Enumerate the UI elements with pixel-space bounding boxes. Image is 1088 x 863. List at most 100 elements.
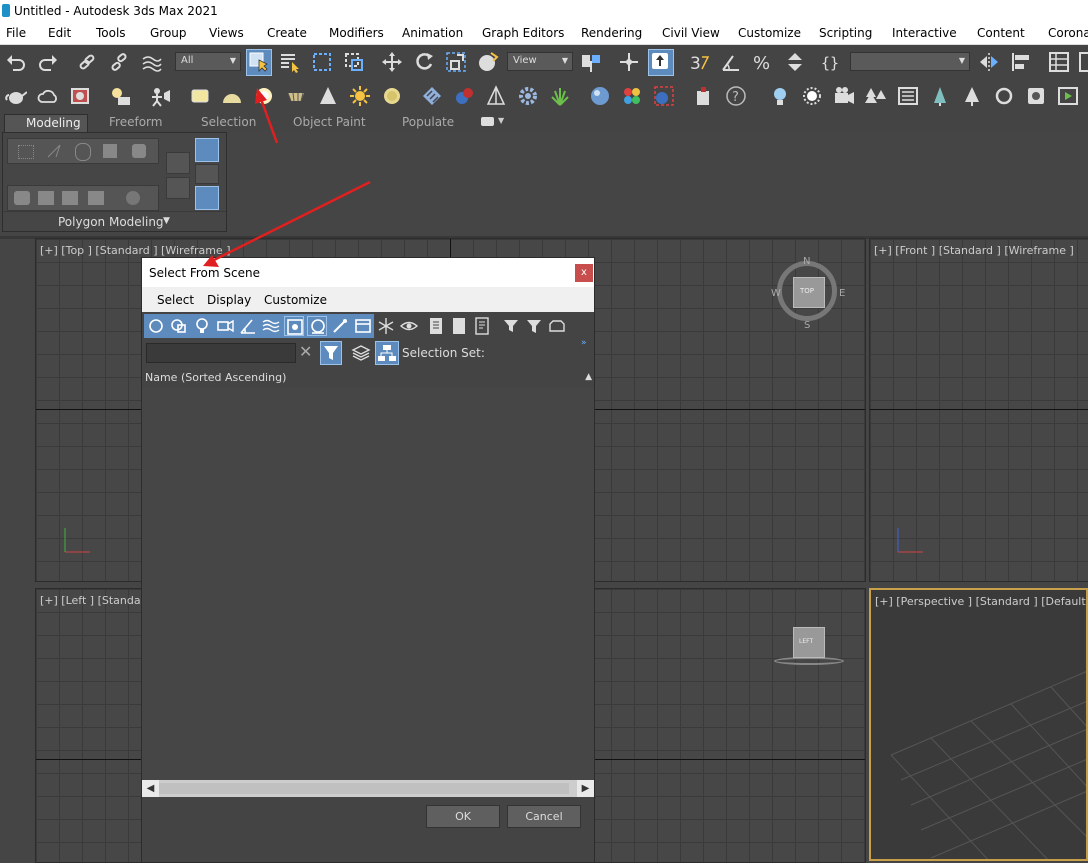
invert-display-icon[interactable] xyxy=(472,316,492,336)
display-shapes-icon[interactable] xyxy=(169,316,189,336)
rectangular-selection-region-icon[interactable] xyxy=(311,51,333,73)
environment-gear-icon[interactable] xyxy=(517,85,539,107)
viewport-perspective[interactable]: [+] [Perspective ] [Standard ] [Default … xyxy=(869,588,1088,861)
vertex-icon[interactable] xyxy=(18,145,34,159)
material-editor-icon[interactable] xyxy=(421,85,443,107)
interactive-render-icon[interactable] xyxy=(1057,85,1079,107)
viewport-label[interactable]: [+] [Front ] [Standard ] [Wireframe ] xyxy=(874,244,1074,257)
name-column-header[interactable]: Name (Sorted Ascending) xyxy=(145,371,286,384)
tab-modeling[interactable]: Modeling xyxy=(4,114,88,133)
viewport-label[interactable]: [+] [Left ] [Standar xyxy=(40,594,145,607)
edit-mode-icon[interactable] xyxy=(166,177,190,199)
batch-render-icon[interactable] xyxy=(693,85,715,107)
menu-content[interactable]: Content xyxy=(977,26,1025,40)
menu-create[interactable]: Create xyxy=(267,26,307,40)
snaps-toggle-icon[interactable]: 3 xyxy=(688,51,710,73)
layer-filter-icon[interactable] xyxy=(547,316,567,336)
edit-named-selection-icon[interactable]: {} xyxy=(820,51,842,73)
bind-space-warp-icon[interactable] xyxy=(140,51,162,73)
sort-ascending-icon[interactable]: ▲ xyxy=(585,372,592,382)
display-groups-icon[interactable] xyxy=(284,316,304,336)
bevel-icon[interactable] xyxy=(38,191,54,205)
menu-animation[interactable]: Animation xyxy=(402,26,463,40)
filter-options-icon[interactable] xyxy=(501,316,521,336)
link-icon[interactable] xyxy=(76,51,98,73)
angle-snap-icon[interactable] xyxy=(720,51,742,73)
select-and-rotate-icon[interactable] xyxy=(413,51,435,73)
display-containers-icon[interactable] xyxy=(353,316,373,336)
dialog-search-input[interactable] xyxy=(146,343,296,363)
display-xrefs-icon[interactable] xyxy=(307,316,327,336)
render-region-icon[interactable] xyxy=(653,85,675,107)
plane-light-icon[interactable] xyxy=(189,85,211,107)
use-soft-selection-icon[interactable] xyxy=(195,186,219,210)
tab-freeform[interactable]: Freeform xyxy=(109,115,162,129)
clear-search-icon[interactable]: ✕ xyxy=(299,342,312,361)
pin-stack-icon[interactable] xyxy=(195,164,219,184)
spot-light-icon[interactable] xyxy=(317,85,339,107)
display-none-icon[interactable] xyxy=(449,316,469,336)
pine-tree-icon[interactable] xyxy=(929,85,951,107)
find-case-sensitive-icon[interactable] xyxy=(320,341,342,365)
polygon-icon[interactable] xyxy=(103,144,117,158)
tree-icon[interactable] xyxy=(961,85,983,107)
menu-civil-view[interactable]: Civil View xyxy=(662,26,720,40)
sphere-light-icon[interactable] xyxy=(253,85,275,107)
mirror-icon[interactable] xyxy=(978,51,1000,73)
display-cameras-icon[interactable] xyxy=(215,316,235,336)
light-lister-icon[interactable] xyxy=(109,85,131,107)
pivot-center-icon[interactable] xyxy=(580,51,602,73)
cancel-button[interactable]: Cancel xyxy=(507,805,581,828)
percent-snap-icon[interactable]: % xyxy=(752,51,774,73)
polygon-modeling-panel-footer[interactable]: Polygon Modeling ▼ xyxy=(3,211,226,232)
scene-explorer-icon[interactable] xyxy=(1048,51,1070,73)
render-setup-icon[interactable] xyxy=(485,85,507,107)
modify-mode-icon[interactable] xyxy=(166,152,190,174)
tab-object-paint[interactable]: Object Paint xyxy=(293,115,366,129)
select-and-manipulate-icon[interactable] xyxy=(618,51,640,73)
frame-buffer-icon[interactable] xyxy=(1025,85,1047,107)
display-hidden-icon[interactable] xyxy=(399,316,419,336)
reference-coordinate-dropdown[interactable]: View ▼ xyxy=(507,52,573,71)
layers-icon[interactable] xyxy=(351,343,371,363)
select-and-move-icon[interactable] xyxy=(381,51,403,73)
viewcube-ring[interactable] xyxy=(774,657,844,665)
display-space-warps-icon[interactable] xyxy=(261,316,281,336)
refresh-icon[interactable] xyxy=(993,85,1015,107)
selection-filter-dropdown[interactable]: All ▼ xyxy=(175,52,241,71)
viewcube[interactable]: LEFT xyxy=(793,627,825,658)
ies-light-icon[interactable] xyxy=(285,85,307,107)
display-frozen-icon[interactable] xyxy=(376,316,396,336)
inset-icon[interactable] xyxy=(62,191,78,205)
display-helpers-icon[interactable] xyxy=(238,316,258,336)
redo-icon[interactable] xyxy=(37,51,59,73)
ribbon-options-icon[interactable] xyxy=(481,117,494,126)
trees-icon[interactable] xyxy=(865,85,887,107)
ribbon-options-arrow-icon[interactable]: ▼ xyxy=(498,116,504,125)
menu-rendering[interactable]: Rendering xyxy=(581,26,642,40)
subobject-level-buttons[interactable] xyxy=(7,138,159,164)
material-sphere-icon[interactable] xyxy=(453,85,475,107)
window-crossing-icon[interactable] xyxy=(343,51,365,73)
horizontal-scrollbar[interactable]: ◀ ▶ xyxy=(142,780,594,797)
menu-file[interactable]: File xyxy=(6,26,26,40)
bulb-icon[interactable] xyxy=(769,85,791,107)
edge-icon[interactable] xyxy=(46,143,62,159)
extrude-icon[interactable] xyxy=(14,191,30,205)
tab-populate[interactable]: Populate xyxy=(402,115,454,129)
viewcube[interactable]: TOP xyxy=(793,277,825,308)
display-geometry-icon[interactable] xyxy=(146,316,166,336)
render-sphere-icon[interactable] xyxy=(589,85,611,107)
expand-toolbar-icon[interactable]: » xyxy=(581,338,587,348)
ok-button[interactable]: OK xyxy=(426,805,500,828)
menu-modifiers[interactable]: Modifiers xyxy=(329,26,384,40)
menu-scripting[interactable]: Scripting xyxy=(819,26,872,40)
menu-graph-editors[interactable]: Graph Editors xyxy=(482,26,564,40)
display-lights-icon[interactable] xyxy=(192,316,212,336)
scrollbar-thumb[interactable] xyxy=(159,783,569,794)
element-icon[interactable] xyxy=(132,144,146,158)
bridge-icon[interactable] xyxy=(88,191,104,205)
spinner-snap-icon[interactable] xyxy=(784,51,806,73)
object-list-header[interactable]: Name (Sorted Ascending) ▲ xyxy=(142,369,594,389)
select-and-place-icon[interactable] xyxy=(477,51,499,73)
